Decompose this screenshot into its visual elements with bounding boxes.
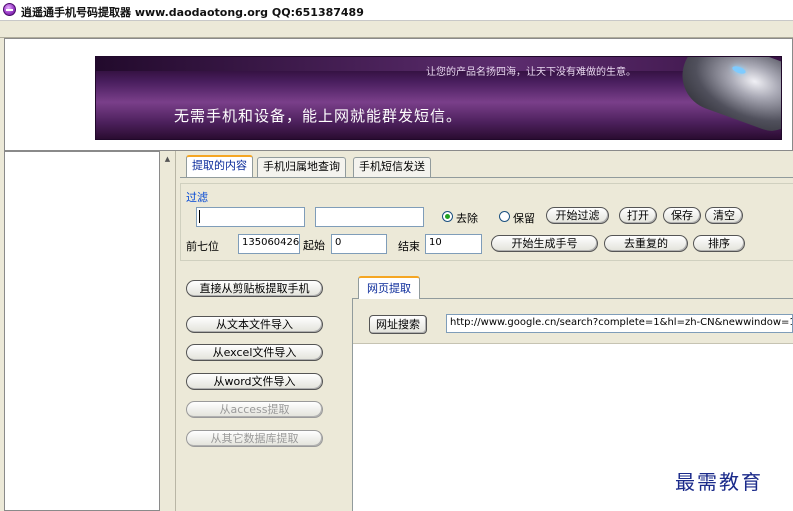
start-field[interactable]: 0	[331, 234, 387, 254]
tab-extracted-content[interactable]: 提取的内容	[186, 155, 253, 178]
prefix-field[interactable]: 135060426	[238, 234, 300, 254]
tab-sms-send[interactable]: 手机短信发送	[353, 157, 431, 177]
end-label: 结束	[398, 240, 420, 253]
computer-mouse-icon	[672, 57, 781, 138]
tab-divider	[180, 177, 793, 178]
open-button[interactable]: 打开	[619, 207, 657, 224]
prefix-label: 前七位	[186, 240, 219, 253]
pane-splitter[interactable]	[160, 151, 176, 511]
url-search-button[interactable]: 网址搜索	[369, 315, 427, 334]
start-label: 起始	[303, 239, 325, 252]
import-word-button[interactable]: 从word文件导入	[186, 373, 323, 390]
window-title: 逍遥通手机号码提取器 www.daodaotong.org QQ:6513874…	[21, 6, 364, 19]
scroll-up-arrow-icon[interactable]: ▲	[161, 153, 174, 165]
end-field[interactable]: 10	[425, 234, 482, 254]
app-icon	[3, 3, 16, 16]
dedupe-button[interactable]: 去重复的	[604, 235, 688, 252]
import-access-button[interactable]: 从access提取	[186, 401, 323, 418]
left-list-pane[interactable]	[4, 151, 160, 511]
import-other-db-button[interactable]: 从其它数据库提取	[186, 430, 323, 447]
start-filter-button[interactable]: 开始过滤	[546, 207, 609, 224]
filter-legend: 过滤	[186, 191, 208, 204]
banner-headline: 无需手机和设备，能上网就能群发短信。	[174, 107, 463, 125]
watermark-text: 最需教育	[675, 470, 763, 494]
menu-strip	[0, 21, 793, 38]
import-excel-button[interactable]: 从excel文件导入	[186, 344, 323, 361]
clear-button[interactable]: 清空	[705, 207, 743, 224]
tab-web-fetch[interactable]: 网页提取	[358, 276, 420, 299]
generate-numbers-button[interactable]: 开始生成手号	[491, 235, 598, 252]
radio-remove[interactable]	[442, 211, 453, 222]
import-clipboard-button[interactable]: 直接从剪贴板提取手机	[186, 280, 323, 297]
radio-keep-label: 保留	[513, 212, 535, 225]
sort-button[interactable]: 排序	[693, 235, 745, 252]
filter-input-2[interactable]	[315, 207, 424, 227]
banner-slogan: 让您的产品名扬四海，让天下没有难做的生意。	[426, 67, 636, 78]
radio-keep[interactable]	[499, 211, 510, 222]
filter-input-1[interactable]	[196, 207, 305, 227]
tab-phone-location[interactable]: 手机归属地查询	[257, 157, 346, 177]
save-button[interactable]: 保存	[663, 207, 701, 224]
title-bar: 逍遥通手机号码提取器 www.daodaotong.org QQ:6513874…	[0, 0, 793, 21]
text-caret	[199, 210, 200, 223]
ad-banner[interactable]: 让您的产品名扬四海，让天下没有难做的生意。 无需手机和设备，能上网就能群发短信。	[95, 56, 782, 140]
import-text-file-button[interactable]: 从文本文件导入	[186, 316, 323, 333]
radio-remove-label: 去除	[456, 212, 478, 225]
url-input[interactable]: http://www.google.cn/search?complete=1&h…	[446, 314, 793, 333]
